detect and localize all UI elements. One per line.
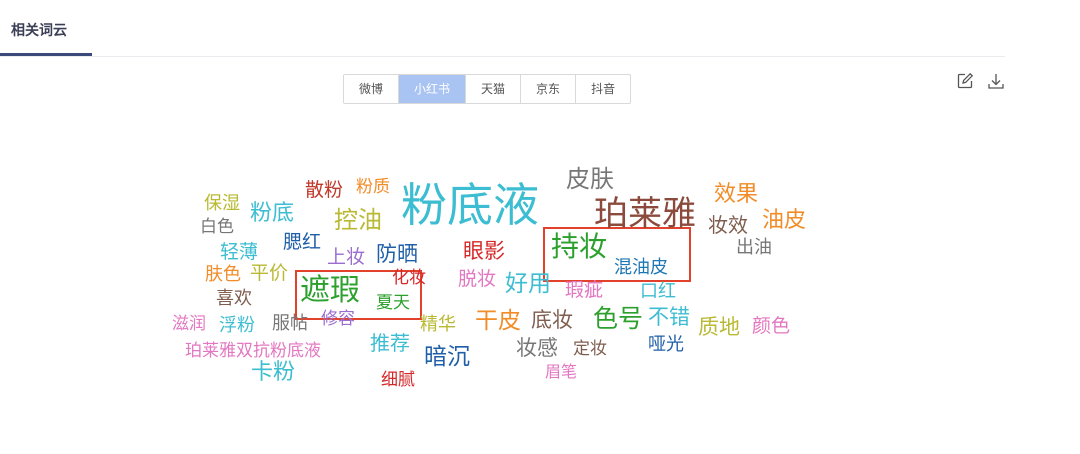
word-cloud-term: 散粉 (305, 179, 344, 201)
word-cloud-term: 颜色 (752, 315, 791, 337)
word-cloud-term: 出油 (736, 237, 772, 258)
word-cloud-term: 上妆 (327, 246, 366, 268)
word-cloud-term: 不错 (648, 305, 690, 329)
word-cloud-term: 喜欢 (216, 288, 252, 309)
word-cloud-term: 白色 (200, 217, 234, 237)
word-cloud-term: 浮粉 (219, 315, 255, 336)
word-cloud-term: 眉笔 (545, 362, 578, 381)
word-cloud-term: 瑕疵 (565, 279, 604, 301)
word-cloud-term: 效果 (714, 182, 759, 207)
word-cloud-term: 定妆 (573, 339, 607, 359)
word-cloud-term: 粉底液 (401, 178, 539, 232)
word-cloud-term: 推荐 (370, 331, 410, 355)
word-cloud-term: 修容 (321, 309, 355, 329)
word-cloud-term: 皮肤 (566, 165, 614, 193)
word-cloud-term: 珀莱雅 (594, 194, 696, 234)
word-cloud-term: 腮红 (283, 231, 322, 253)
word-cloud-term: 控油 (334, 206, 382, 234)
word-cloud-term: 好用 (505, 271, 551, 297)
word-cloud-term: 妆感 (516, 336, 558, 360)
word-cloud: 粉底液 珀莱雅 皮肤效果 油皮 妆效 出油 散粉 粉质保湿 粉底 控油 白色轻薄 腮红 上妆 防晒 眼影 持妆… (0, 0, 1080, 454)
word-cloud-term: 眼影 (463, 239, 505, 263)
word-cloud-term: 粉底 (250, 201, 295, 226)
word-cloud-term: 夏天 (376, 293, 410, 313)
word-cloud-term: 哑光 (648, 334, 684, 355)
word-cloud-term: 持妆 (551, 230, 608, 263)
word-cloud-term: 化妆 (392, 268, 426, 288)
word-cloud-term: 卡粉 (251, 360, 296, 385)
word-cloud-term: 珀莱雅双抗粉底液 (185, 341, 321, 361)
word-cloud-term: 色号 (593, 304, 644, 333)
word-cloud-term: 精华 (420, 314, 456, 335)
word-cloud-term: 妆效 (708, 213, 748, 237)
word-cloud-term: 口红 (640, 281, 676, 302)
word-cloud-term: 细腻 (381, 370, 415, 390)
word-cloud-term: 油皮 (762, 208, 807, 233)
word-cloud-term: 滋润 (172, 314, 206, 334)
word-cloud-term: 脱妆 (458, 268, 497, 290)
word-cloud-term: 遮瑕 (300, 273, 360, 308)
word-cloud-term: 服帖 (272, 313, 308, 334)
word-cloud-term: 暗沉 (424, 344, 470, 370)
word-cloud-term: 肤色 (205, 264, 241, 285)
word-cloud-term: 底妆 (531, 308, 573, 332)
word-cloud-term: 混油皮 (614, 257, 668, 278)
word-cloud-term: 轻薄 (220, 241, 259, 263)
word-cloud-term: 防晒 (376, 242, 418, 266)
word-cloud-term: 质地 (698, 315, 740, 339)
word-cloud-term: 平价 (250, 262, 289, 284)
word-cloud-term: 保湿 (204, 193, 240, 214)
word-cloud-term: 粉质 (356, 177, 390, 197)
word-cloud-term: 干皮 (475, 308, 521, 334)
